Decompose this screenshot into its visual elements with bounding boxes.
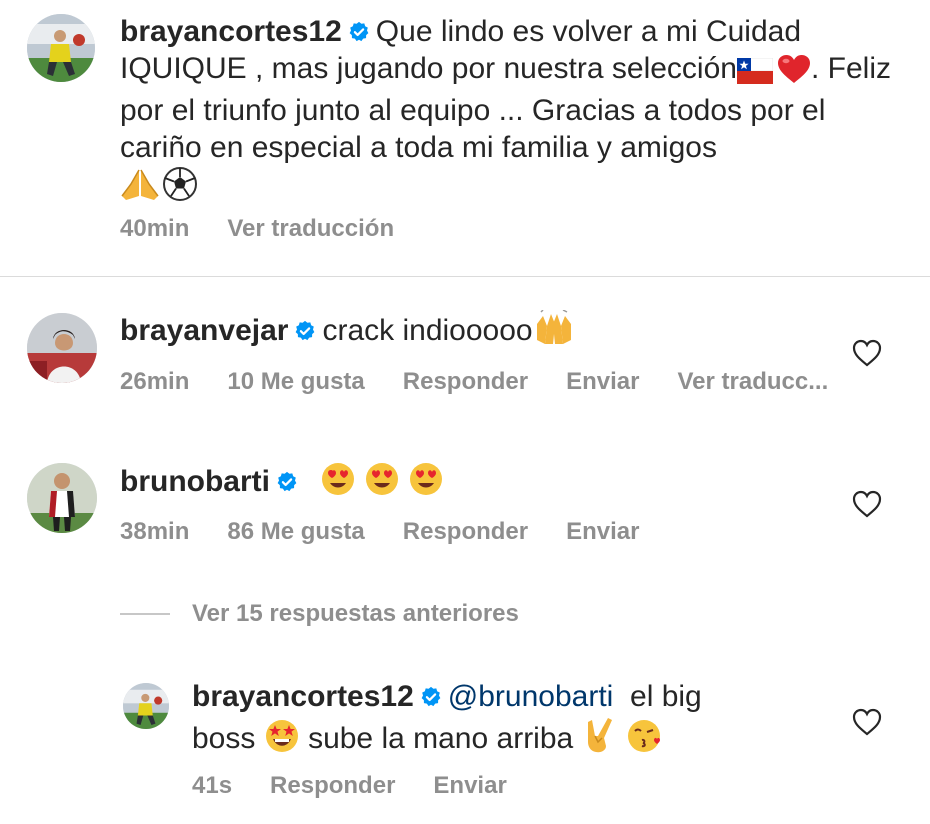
heart-icon[interactable] xyxy=(852,339,882,367)
verified-badge-icon xyxy=(294,320,316,342)
comment-time: 26min xyxy=(120,368,190,395)
star-struck-icon xyxy=(264,718,300,764)
comment-username[interactable]: brayanvejar xyxy=(120,314,288,347)
heart-icon[interactable] xyxy=(852,708,882,736)
player-photo xyxy=(27,463,97,533)
replies-line xyxy=(120,613,170,615)
heart-eyes-icon xyxy=(320,461,356,507)
comment-avatar[interactable] xyxy=(27,463,97,533)
reply-time: 41s xyxy=(192,772,233,799)
comment-meta: 38min 86 Me gusta Responder Enviar xyxy=(120,518,678,546)
comment-likes[interactable]: 86 Me gusta xyxy=(227,518,364,545)
goalkeeper-photo xyxy=(123,683,169,729)
soccer-ball-icon xyxy=(162,166,198,212)
comment-send-button[interactable]: Enviar xyxy=(566,368,639,395)
user-photo xyxy=(27,313,97,383)
raising-hands-icon xyxy=(533,309,575,356)
caption-time: 40min xyxy=(120,215,190,242)
kiss-face-icon xyxy=(626,718,664,764)
verified-badge-icon xyxy=(348,21,370,43)
comment-reply-button[interactable]: Responder xyxy=(403,518,528,545)
reply-body-2b: sube la mano arriba xyxy=(308,721,574,755)
reply-meta: 41s Responder Enviar xyxy=(192,772,545,800)
verified-badge-icon xyxy=(420,686,442,708)
reply-body-2a: boss xyxy=(192,721,256,755)
heart-eyes-icon xyxy=(408,461,444,507)
reply-mention-link[interactable]: @brunobarti xyxy=(448,680,614,713)
red-heart-icon xyxy=(777,54,811,94)
reply-text: brayancortes12 @brunobarti el big boss su… xyxy=(192,679,812,763)
caption-meta: 40min Ver traducción xyxy=(120,215,432,243)
reply-username[interactable]: brayancortes12 xyxy=(192,680,414,713)
heart-eyes-icon xyxy=(364,461,400,507)
view-replies-link[interactable]: Ver 15 respuestas anteriores xyxy=(192,600,519,628)
comment-likes[interactable]: 10 Me gusta xyxy=(227,368,364,395)
comment-time: 38min xyxy=(120,518,190,545)
comment-text: brunobarti xyxy=(120,461,840,507)
comment-reply-button[interactable]: Responder xyxy=(403,368,528,395)
comment-avatar[interactable] xyxy=(27,313,97,383)
comment-translate-link[interactable]: Ver traducc... xyxy=(678,368,829,395)
praying-hands-icon xyxy=(120,166,160,212)
comment-body: crack indiooooo xyxy=(322,314,533,347)
caption-divider xyxy=(0,276,930,277)
rock-on-hand-icon xyxy=(582,716,618,764)
comment-username[interactable]: brunobarti xyxy=(120,465,270,498)
heart-icon[interactable] xyxy=(852,490,882,518)
caption-text: brayancortes12 Que lindo es volver a mi C… xyxy=(120,14,900,212)
chile-flag-icon xyxy=(736,57,774,94)
reply-reply-button[interactable]: Responder xyxy=(270,772,395,799)
reply-avatar[interactable] xyxy=(123,683,169,729)
reply-body-1: el big xyxy=(630,680,702,713)
caption-avatar[interactable] xyxy=(27,14,95,82)
caption-translate-link[interactable]: Ver traducción xyxy=(227,215,394,242)
goalkeeper-photo xyxy=(27,14,95,82)
comment-meta: 26min 10 Me gusta Responder Enviar Ver tradu… xyxy=(120,368,828,396)
comment-send-button[interactable]: Enviar xyxy=(566,518,639,545)
reply-send-button[interactable]: Enviar xyxy=(433,772,506,799)
comment-text: brayanvejar crack indiooooo xyxy=(120,309,840,356)
caption-username[interactable]: brayancortes12 xyxy=(120,15,342,48)
verified-badge-icon xyxy=(276,471,298,493)
